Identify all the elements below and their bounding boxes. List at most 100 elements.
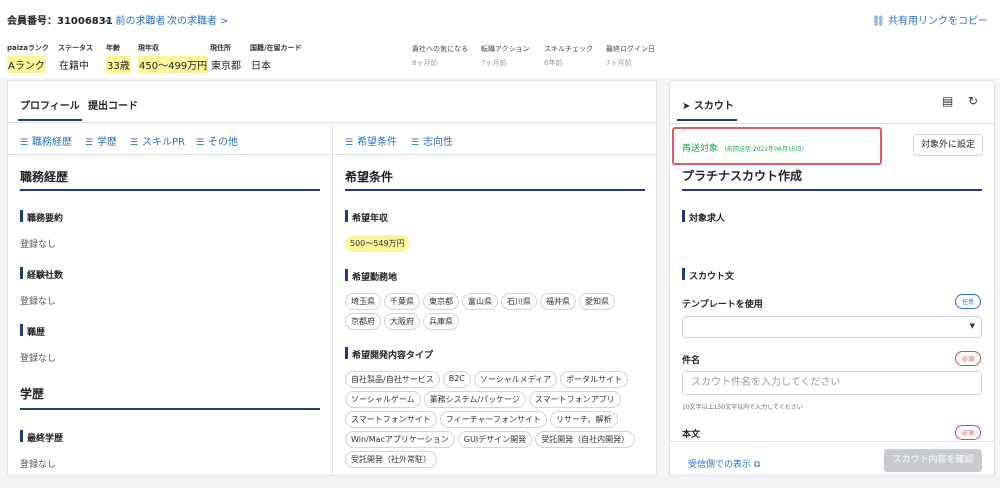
send-icon: ➤ [682, 101, 694, 112]
location-chip: 石川県 [501, 293, 537, 310]
divider [20, 189, 320, 191]
dev-type-chip: スマートフォンアプリ [528, 391, 621, 408]
divider [682, 189, 982, 191]
meta-rank: paizaランク Aランク [7, 44, 49, 73]
confirm-scout-button[interactable]: スカウト内容を確認 [884, 449, 982, 472]
location-chip: 埼玉県 [345, 293, 381, 310]
divider [670, 123, 994, 124]
body-label: 本文 [682, 430, 701, 440]
subject-input[interactable]: スカウト件名を入力してください [682, 371, 982, 395]
desired-location-label: 希望勤務地 [345, 269, 397, 283]
location-chip: 東京都 [423, 293, 459, 310]
subnav-career[interactable]: ☰ 職務経歴 [20, 133, 72, 148]
preview-link[interactable]: 受信側での表示 ⧉ [688, 457, 760, 470]
location-chip: 兵庫県 [423, 313, 459, 330]
list-icon: ☰ [345, 138, 354, 148]
subject-hint: 10文字以上150文字以内で入力してください [682, 404, 803, 411]
subnav-education[interactable]: ☰ 学歴 [85, 133, 117, 148]
external-link-icon: ⧉ [753, 460, 761, 470]
profile-left-column: ☰ 職務経歴 ☰ 学歴 ☰ スキルPR ☰ その他 職務経歴 職務要約 登録なし 経験社… [8, 123, 333, 475]
dev-type-chip: ソーシャルゲーム [345, 391, 421, 408]
memo-icon[interactable]: ▤ [942, 94, 953, 108]
meta-address: 現住所 東京都 [210, 44, 241, 72]
copy-share-link[interactable]: ⛓ 共有用リンクをコピー [872, 12, 988, 27]
dev-type-chip: 自社製品/自社サービス [345, 371, 440, 388]
meta-nationality: 国籍/在留カード 日本 [250, 44, 302, 72]
scout-create-title: プラチナスカウト作成 [682, 169, 803, 183]
dev-type-chip: GUIデザイン開発 [457, 431, 533, 448]
profile-right-column: ☰ 希望条件 ☰ 志向性 希望条件 希望年収 500〜549万円 希望勤務地 埼玉県… [333, 123, 656, 475]
dev-type-chip: スマートフォンサイト [345, 411, 437, 428]
dev-type-chip: ポータルサイト [560, 371, 629, 388]
subject-label: 件名 [682, 356, 701, 366]
dev-type-label: 希望開発内容タイプ [345, 347, 433, 361]
profile-panel: プロフィール 提出コード ☰ 職務経歴 ☰ 学歴 ☰ スキルPR ☰ その他 職務経歴 … [7, 80, 657, 476]
prev-candidate-link[interactable]: < 前の求職者 [104, 12, 166, 27]
dev-type-chip: B2C [442, 371, 471, 388]
divider [20, 408, 320, 410]
final-education-value: 登録なし [20, 460, 57, 470]
dev-type-chip: フィーチャーフォンサイト [439, 411, 548, 428]
dev-type-chip: リサーチ、解析 [550, 411, 618, 428]
member-number: 会員番号：31006831 [7, 16, 113, 27]
scout-footer: 受信側での表示 ⧉ スカウト内容を確認 [670, 441, 994, 475]
career-title: 職務経歴 [20, 170, 69, 184]
top-bar: 会員番号：31006831 < 前の求職者 次の求職者 > ⛓ 共有用リンクをコ… [0, 0, 1000, 78]
companies-value: 登録なし [20, 297, 57, 307]
subnav-desired[interactable]: ☰ 希望条件 [345, 133, 397, 148]
meta-age: 年齢 33歳 [106, 44, 131, 73]
education-title: 学歴 [20, 387, 45, 401]
tab-submitted-code[interactable]: 提出コード [88, 97, 138, 112]
divider [345, 189, 645, 191]
location-chip: 京都府 [345, 313, 381, 330]
list-icon: ☰ [130, 138, 139, 148]
tab-underline [677, 119, 737, 121]
link-icon: ⛓ [872, 16, 888, 27]
template-label: テンプレートを使用 [682, 300, 763, 310]
subnav-orientation[interactable]: ☰ 志向性 [411, 133, 453, 148]
tab-scout[interactable]: ➤ スカウト [682, 97, 734, 112]
history-value: 登録なし [20, 354, 57, 364]
required-badge: 必須 [954, 351, 981, 366]
activity-interest: 貴社への気になる 8ヶ月前 [412, 45, 468, 67]
list-icon: ☰ [20, 138, 29, 148]
location-chips: 埼玉県 千葉県 東京都 富山県 石川県 福井県 愛知県 京都府 大阪府 兵庫県 [345, 293, 645, 330]
location-chip: 愛知県 [579, 293, 615, 310]
dev-type-chip: 受託開発（自社内開発） [535, 431, 636, 448]
final-education-label: 最終学歴 [20, 430, 63, 444]
location-chip: 富山県 [462, 293, 498, 310]
summary-label: 職務要約 [20, 210, 63, 224]
template-select[interactable]: ▼ [682, 316, 982, 338]
companies-label: 経験社数 [20, 267, 63, 281]
tab-profile[interactable]: プロフィール [18, 97, 82, 121]
location-chip: 福井県 [540, 293, 576, 310]
dev-type-chip: Win/Macアプリケーション [345, 431, 455, 448]
profile-tabs: プロフィール 提出コード [8, 81, 656, 123]
left-subnav: ☰ 職務経歴 ☰ 学歴 ☰ スキルPR ☰ その他 [8, 123, 332, 155]
target-job-label: 対象求人 [682, 210, 725, 224]
caret-down-icon: ▼ [969, 322, 975, 330]
desired-salary-value: 500〜549万円 [345, 235, 410, 252]
desired-salary-label: 希望年収 [345, 210, 388, 224]
dev-type-chip: 受託開発（社外常駐） [345, 451, 437, 468]
scout-panel: ➤ スカウト ▤ ↻ 再送対象 （前回送信:2022年06月15日） 対象外に設… [669, 80, 995, 476]
subnav-other[interactable]: ☰ その他 [196, 133, 238, 148]
subnav-skill-pr[interactable]: ☰ スキルPR [130, 133, 185, 148]
meta-salary: 現年収 450〜499万円 [138, 44, 209, 73]
scout-text-label: スカウト文 [682, 268, 734, 282]
dev-type-chip: ソーシャルメディア [473, 371, 558, 388]
location-chip: 千葉県 [384, 293, 420, 310]
optional-badge: 任意 [954, 294, 981, 309]
dev-type-chips: 自社製品/自社サービス B2C ソーシャルメディア ポータルサイト ソーシャルゲ… [345, 371, 645, 468]
exclude-button[interactable]: 対象外に設定 [913, 134, 983, 156]
activity-skillcheck: スキルチェック 6年前 [544, 45, 593, 67]
history-label: 職歴 [20, 324, 45, 338]
next-candidate-link[interactable]: 次の求職者 > [167, 12, 229, 27]
dev-type-chip: 業務システム/パッケージ [423, 391, 526, 408]
list-icon: ☰ [196, 138, 205, 148]
required-badge: 必須 [954, 425, 981, 440]
summary-value: 登録なし [20, 240, 57, 250]
right-subnav: ☰ 希望条件 ☰ 志向性 [333, 123, 656, 155]
refresh-icon[interactable]: ↻ [968, 94, 978, 108]
list-icon: ☰ [411, 138, 420, 148]
